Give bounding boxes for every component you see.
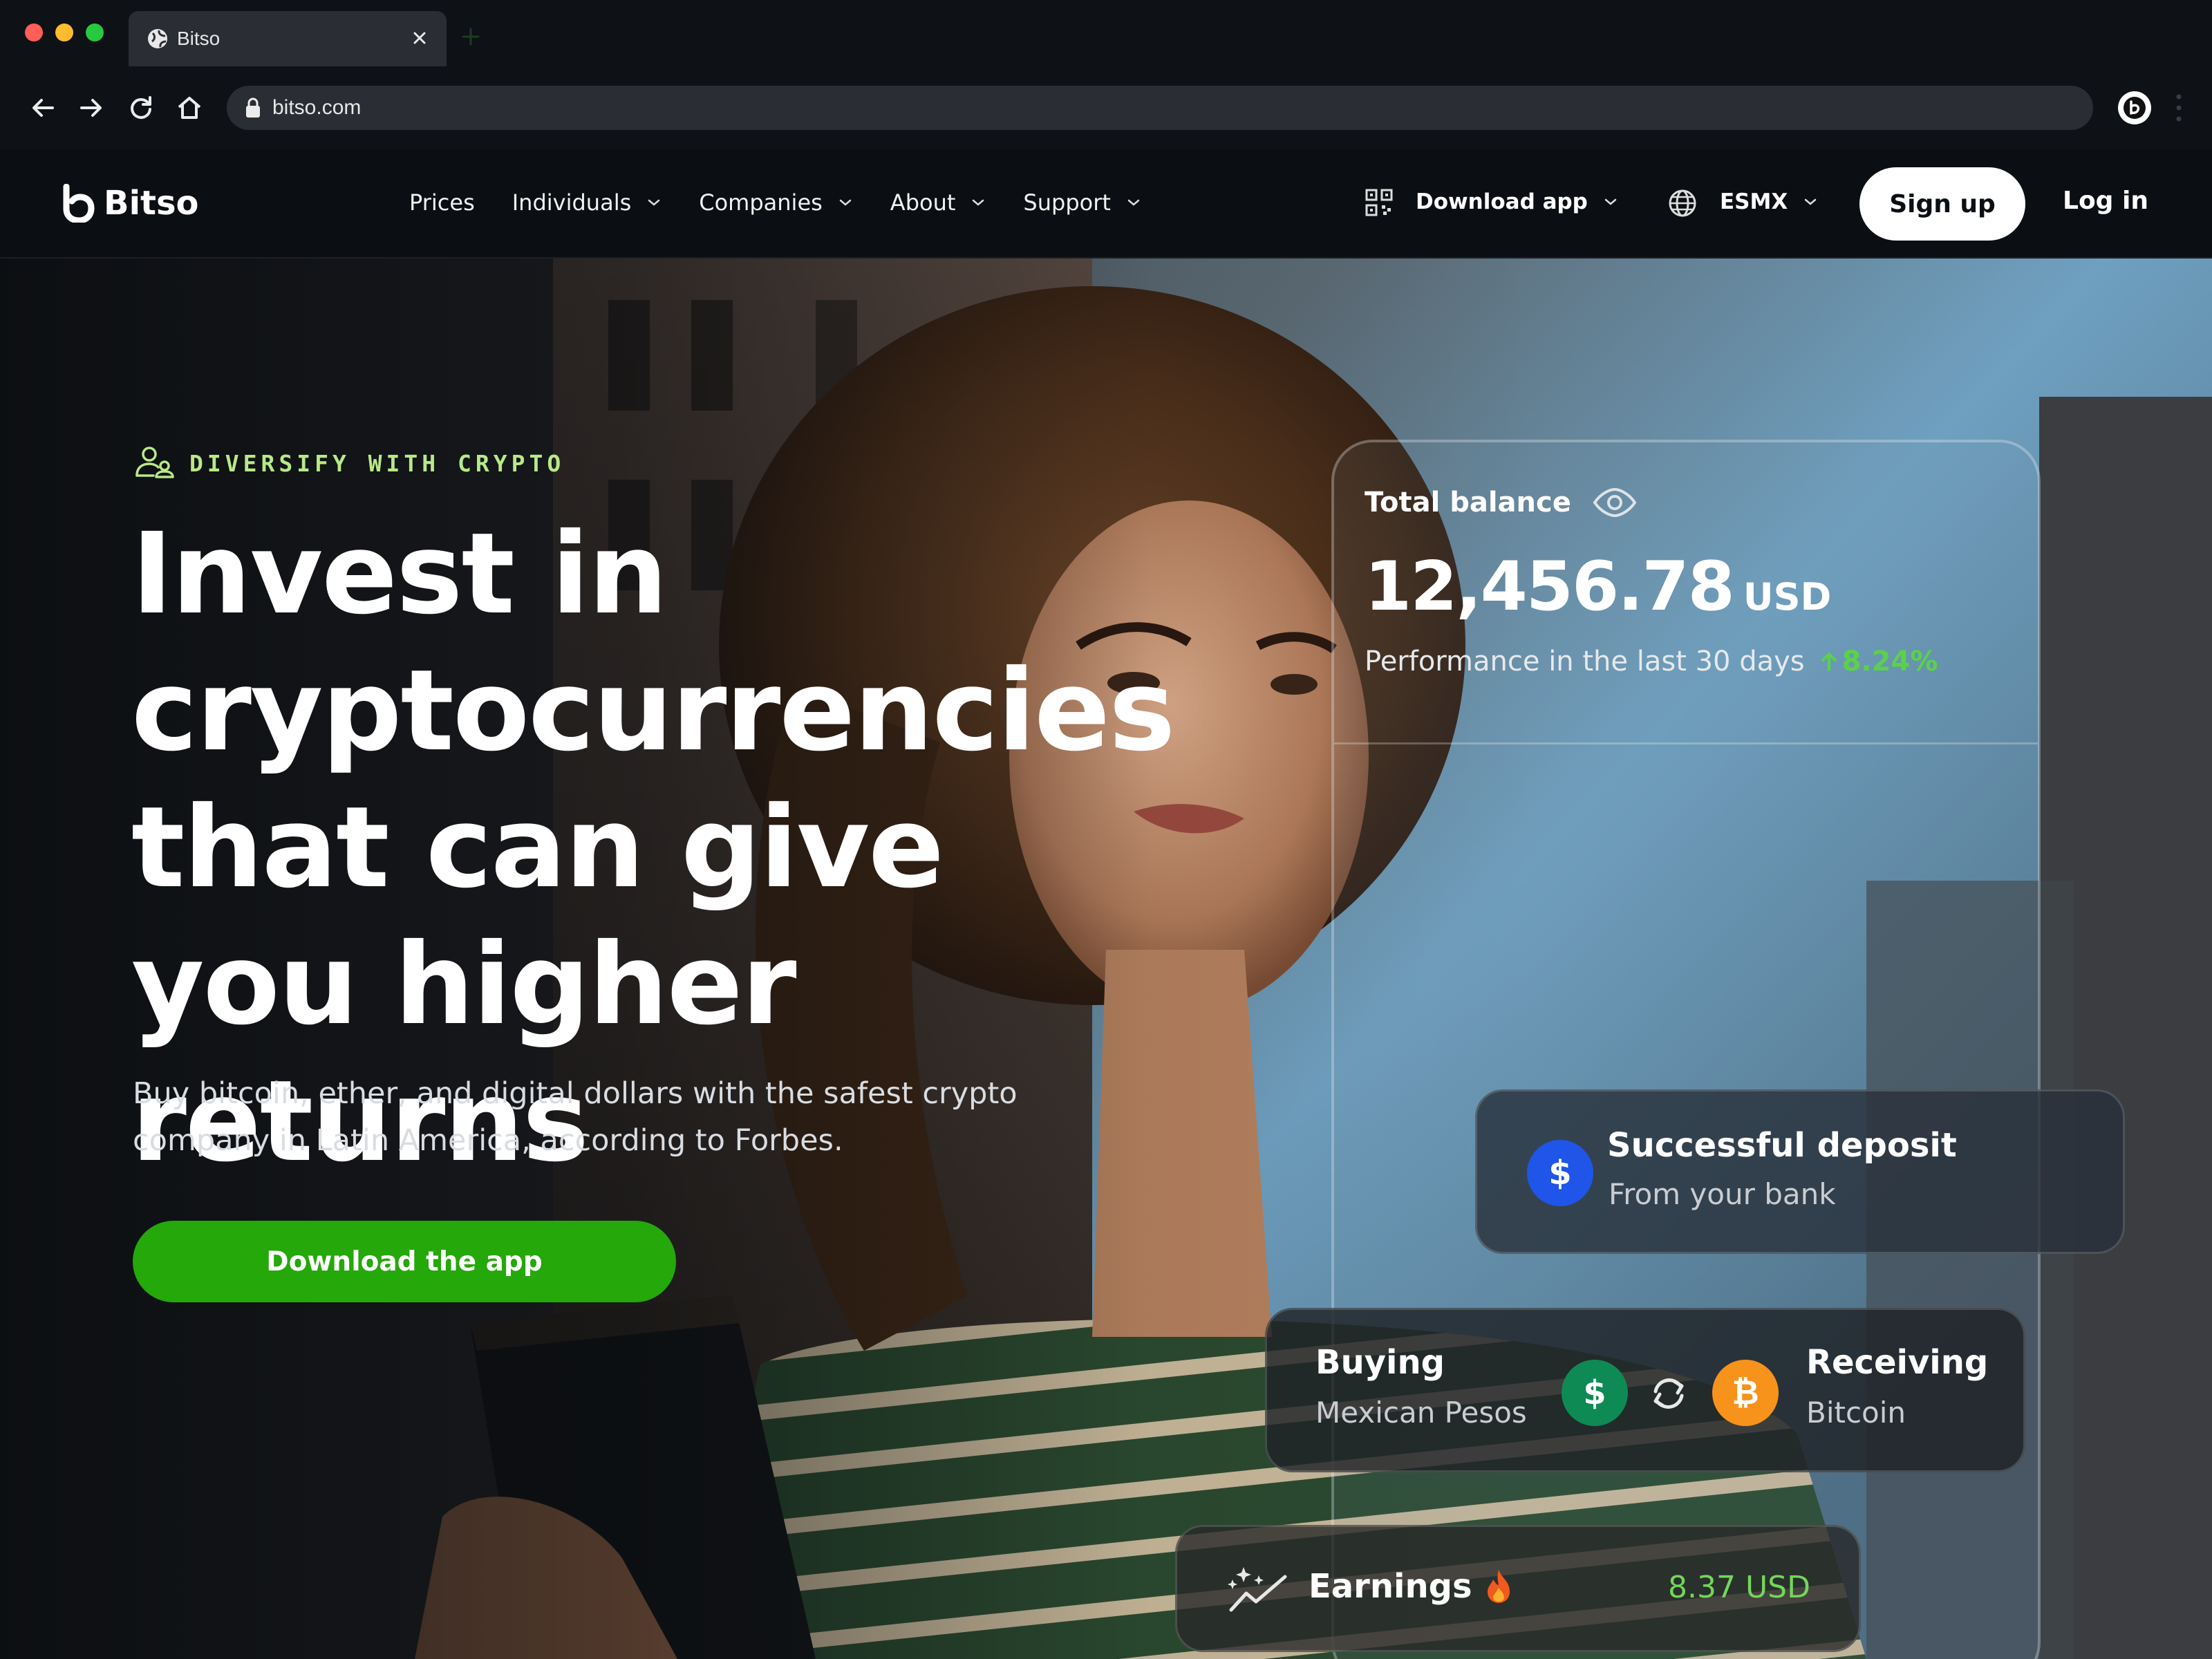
eye-icon[interactable] — [1592, 487, 1638, 518]
logo-text: Bitso — [104, 184, 199, 223]
download-app-button[interactable]: Download the app — [133, 1221, 676, 1302]
download-app-label: Download app — [1416, 189, 1588, 214]
chevron-down-icon — [1127, 199, 1140, 206]
bitcoin-coin-icon: ₿ — [1712, 1360, 1779, 1426]
main-menu: Prices Individuals Companies About Suppo… — [409, 189, 1179, 216]
bitso-logo[interactable]: Bitso — [59, 182, 199, 224]
performance-row: Performance in the last 30 days 8.24% — [1365, 646, 1938, 677]
hero-section: DIVERSIFY WITH CRYPTO Invest in cryptocu… — [0, 259, 2212, 1659]
browser-tab[interactable]: Bitso — [129, 11, 447, 66]
log-in-link[interactable]: Log in — [2063, 187, 2148, 215]
site-header: Bitso Prices Individuals Companies About… — [0, 149, 2212, 259]
forward-icon[interactable] — [77, 94, 105, 122]
exchange-card: Buying Mexican Pesos $ ₿ Receiving Bitco… — [1265, 1308, 2025, 1472]
earnings-value: 8.37 USD — [1668, 1570, 1810, 1605]
profile-avatar[interactable] — [2118, 91, 2151, 124]
sign-up-button[interactable]: Sign up — [1859, 167, 2025, 241]
performance-value: 8.24% — [1841, 646, 1938, 677]
bitso-logo-icon — [63, 184, 95, 223]
nav-companies[interactable]: Companies — [699, 189, 853, 216]
nav-prices-label: Prices — [409, 189, 475, 216]
chevron-down-icon — [973, 199, 984, 206]
total-balance-text: Total balance — [1365, 487, 1571, 518]
deposit-title: Successful deposit — [1607, 1126, 1957, 1165]
dollar-coin-icon: $ — [1527, 1140, 1593, 1206]
buying-label: Buying — [1315, 1343, 1445, 1382]
balance-amount-row: 12,456.78 USD — [1365, 547, 1831, 626]
back-icon[interactable] — [29, 94, 57, 122]
nav-support-label: Support — [1023, 189, 1111, 216]
reload-icon[interactable] — [127, 94, 155, 122]
earnings-label: Earnings — [1309, 1567, 1472, 1606]
eyebrow: DIVERSIFY WITH CRYPTO — [133, 445, 565, 481]
panel-divider — [1334, 742, 2038, 744]
nav-prices[interactable]: Prices — [409, 189, 475, 216]
window-zoom-dot[interactable] — [86, 24, 104, 41]
earnings-label-row: Earnings — [1309, 1567, 1512, 1606]
browser-menu-icon[interactable] — [2175, 93, 2183, 123]
hero-subtext: Buy bitcoin, ether, and digital dollars … — [133, 1076, 1018, 1158]
user-group-icon — [135, 447, 174, 478]
nav-companies-label: Companies — [699, 189, 823, 216]
peso-coin-icon: $ — [1562, 1360, 1628, 1426]
chevron-down-icon — [839, 199, 852, 206]
chevron-down-icon — [1604, 198, 1617, 205]
download-app-menu[interactable]: Download app — [1416, 189, 1618, 214]
address-bar[interactable]: bitso.com — [227, 86, 2093, 130]
receiving-label: Receiving — [1806, 1343, 1989, 1382]
tab-title: Bitso — [177, 28, 221, 49]
globe-icon — [1669, 189, 1696, 217]
deposit-subtitle: From your bank — [1609, 1177, 1836, 1211]
nav-individuals[interactable]: Individuals — [512, 189, 662, 216]
earnings-card: Earnings 8.37 USD — [1175, 1525, 1861, 1652]
close-icon[interactable] — [408, 26, 431, 50]
arrow-up-icon — [1821, 653, 1837, 671]
chevron-down-icon — [1805, 198, 1817, 205]
bitso-extension-icon — [2124, 97, 2146, 119]
window-minimize-dot[interactable] — [55, 24, 73, 41]
balance-amount: 12,456.78 — [1365, 547, 1735, 626]
region-selector[interactable]: ESMX — [1720, 189, 1818, 214]
url-text: bitso.com — [272, 96, 362, 119]
home-icon[interactable] — [176, 94, 203, 122]
nav-about[interactable]: About — [890, 189, 986, 216]
balance-currency: USD — [1743, 575, 1832, 619]
browser-chrome: Bitso bitso.com — [0, 0, 2212, 149]
total-balance-label: Total balance — [1365, 487, 1638, 518]
deposit-card: $ Successful deposit From your bank — [1475, 1089, 2125, 1254]
chevron-down-icon — [648, 199, 660, 206]
eyebrow-text: DIVERSIFY WITH CRYPTO — [189, 449, 565, 477]
globe-icon — [148, 29, 167, 48]
qr-code-icon — [1365, 189, 1393, 216]
sparkle-chart-icon — [1228, 1567, 1287, 1612]
nav-support[interactable]: Support — [1023, 189, 1141, 216]
performance-change: 8.24% — [1820, 646, 1938, 677]
swap-icon — [1653, 1378, 1684, 1409]
fire-icon — [1487, 1570, 1510, 1603]
nav-individuals-label: Individuals — [512, 189, 632, 216]
window-close-dot[interactable] — [25, 24, 43, 41]
performance-label: Performance in the last 30 days — [1365, 646, 1805, 677]
receiving-asset: Bitcoin — [1806, 1396, 1906, 1430]
region-label: ESMX — [1720, 189, 1788, 214]
lock-icon — [246, 97, 260, 118]
new-tab-icon[interactable] — [459, 25, 482, 48]
buying-asset: Mexican Pesos — [1315, 1396, 1527, 1430]
nav-about-label: About — [890, 189, 956, 216]
